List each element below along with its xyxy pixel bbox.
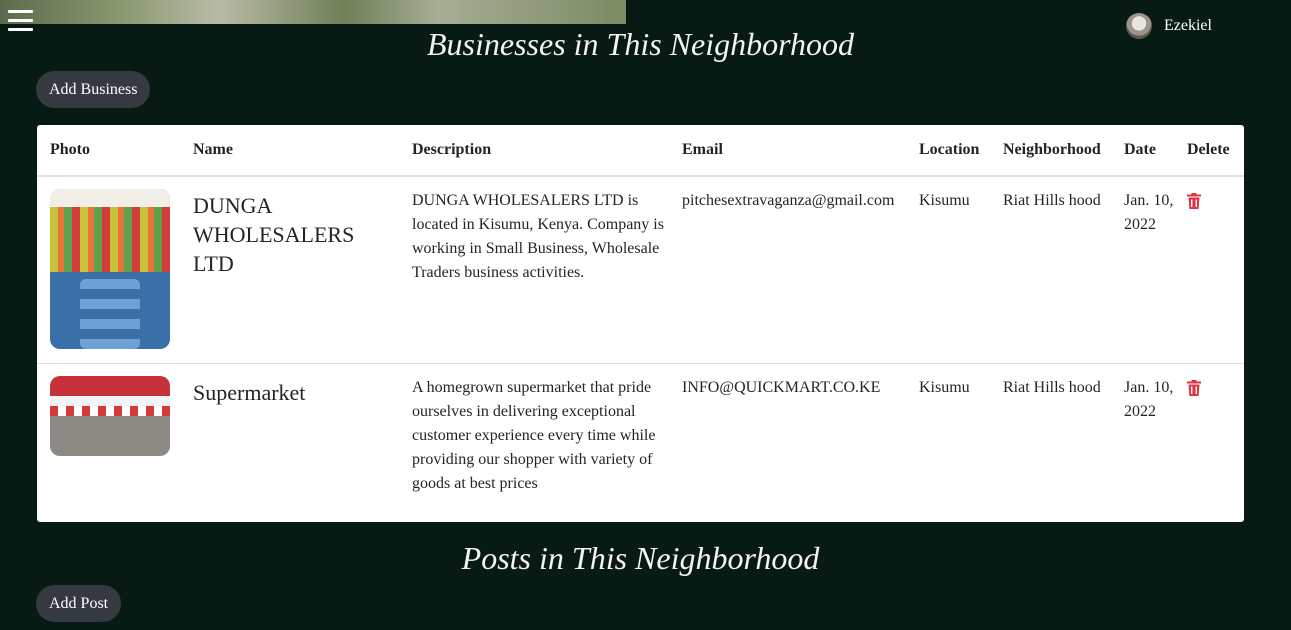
column-header-photo: Photo xyxy=(37,125,180,177)
business-location: Kisumu xyxy=(906,176,990,364)
column-header-email: Email xyxy=(669,125,906,177)
businesses-section-title: Businesses in This Neighborhood xyxy=(427,26,854,62)
business-date: Jan. 10, 2022 xyxy=(1111,176,1174,364)
add-business-button[interactable]: Add Business xyxy=(36,71,151,108)
business-description: DUNGA WHOLESALERS LTD is located in Kisu… xyxy=(399,176,669,364)
business-email: INFO@QUICKMART.CO.KE xyxy=(682,379,881,396)
column-header-location: Location xyxy=(906,125,990,177)
add-post-button[interactable]: Add Post xyxy=(36,585,122,622)
column-header-name: Name xyxy=(180,125,399,177)
delete-cell xyxy=(1174,364,1244,514)
business-photo xyxy=(50,189,170,349)
business-email: pitchesextravaganza@gmail.com xyxy=(669,176,906,364)
column-header-delete: Delete xyxy=(1174,125,1244,177)
business-photo-cell xyxy=(37,176,180,364)
business-description: A homegrown supermarket that pride ourse… xyxy=(412,379,656,492)
business-name: DUNGA WHOLESALERS LTD xyxy=(180,176,399,364)
business-date: Jan. 10, 2022 xyxy=(1124,379,1174,420)
table-row: Supermarket A homegrown supermarket that… xyxy=(37,364,1244,514)
business-location: Kisumu xyxy=(919,379,970,396)
posts-section-title: Posts in This Neighborhood xyxy=(461,540,820,576)
business-photo-cell xyxy=(37,364,180,514)
column-header-neighborhood: Neighborhood xyxy=(990,125,1111,177)
trash-icon[interactable] xyxy=(1187,193,1201,209)
business-name: Supermarket xyxy=(193,380,306,405)
businesses-table: Photo Name Description Email Location Ne… xyxy=(37,125,1244,522)
column-header-description: Description xyxy=(399,125,669,177)
column-header-date: Date xyxy=(1111,125,1174,177)
delete-cell xyxy=(1174,176,1244,364)
trash-icon[interactable] xyxy=(1187,380,1201,396)
table-row: DUNGA WHOLESALERS LTD DUNGA WHOLESALERS … xyxy=(37,176,1244,364)
business-neighborhood: Riat Hills hood xyxy=(1003,379,1101,396)
header-banner-image xyxy=(0,0,626,24)
table-header-row: Photo Name Description Email Location Ne… xyxy=(37,125,1244,177)
business-neighborhood: Riat Hills hood xyxy=(990,176,1111,364)
business-photo xyxy=(50,376,170,456)
